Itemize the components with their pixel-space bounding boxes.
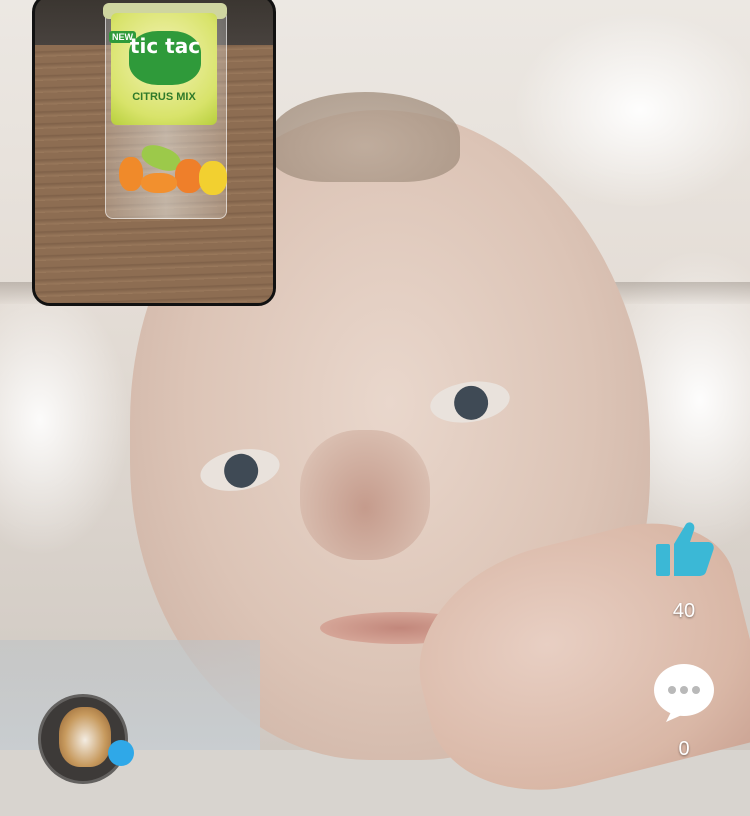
like-button[interactable] bbox=[652, 518, 716, 582]
candy-orange-bottom bbox=[141, 173, 177, 193]
like-count: 40 bbox=[672, 600, 696, 622]
picture-in-picture-video[interactable]: NEW tic tac CITRUS MIX bbox=[32, 0, 276, 306]
tictac-logo: tic tac bbox=[129, 31, 201, 85]
comment-button[interactable] bbox=[652, 662, 716, 724]
follow-badge[interactable] bbox=[108, 740, 134, 766]
person-nose bbox=[300, 430, 430, 560]
candy-yellow bbox=[199, 161, 227, 195]
avatar[interactable] bbox=[38, 694, 128, 784]
person-hair bbox=[270, 92, 460, 182]
tictac-variant-label: CITRUS MIX bbox=[132, 91, 196, 103]
thumbs-up-icon bbox=[656, 522, 714, 576]
chat-bubble-icon bbox=[654, 664, 714, 722]
candy-orange-left bbox=[119, 157, 143, 191]
dog-avatar-icon bbox=[59, 707, 111, 767]
